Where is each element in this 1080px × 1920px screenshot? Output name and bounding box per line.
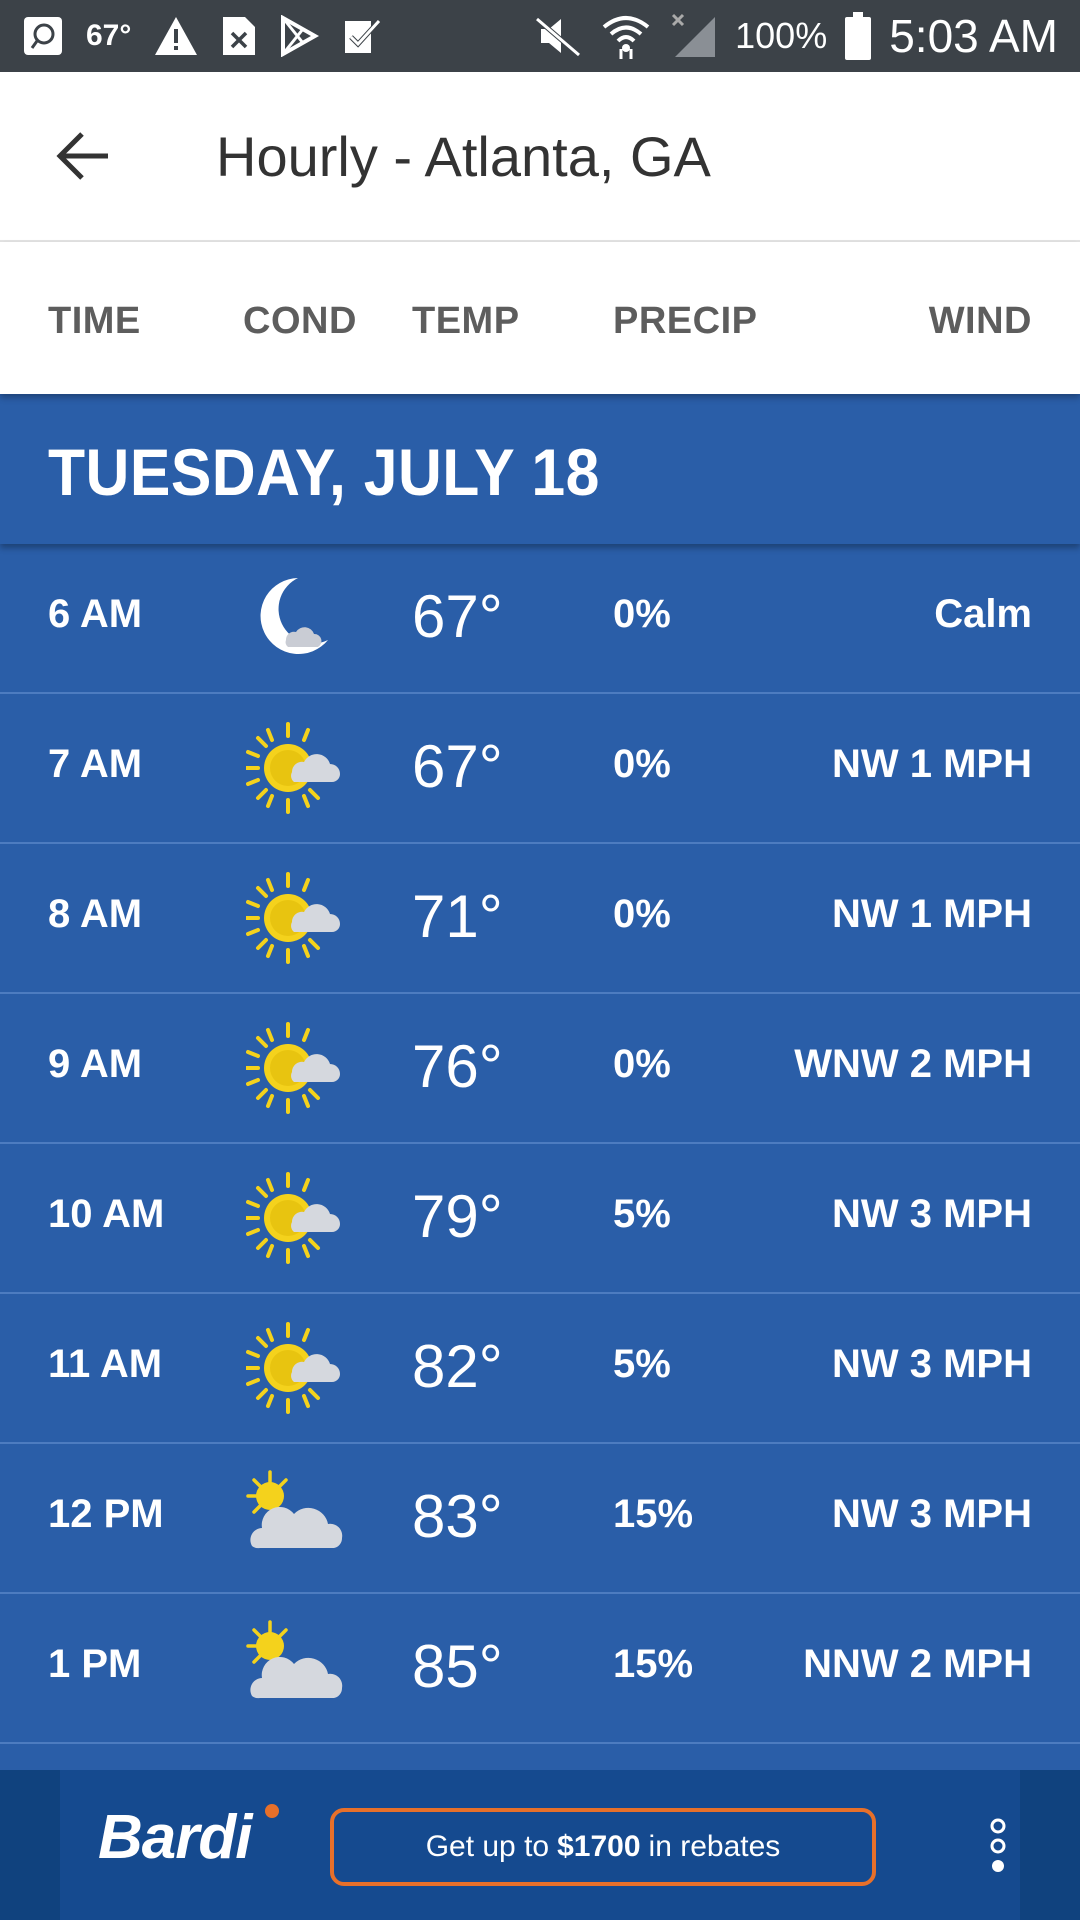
hour-precip: 5% [613,1192,671,1236]
ad-cta-button[interactable]: Get up to $1700 in rebates [330,1808,876,1886]
clock: 5:03 AM [889,10,1058,62]
list-item[interactable]: 1 PM 85° 15% NNW 2 MPH [0,1594,1080,1744]
hour-wind: NW 3 MPH [832,1192,1032,1236]
list-item[interactable]: 12 PM 83° 15% NW 3 MPH [0,1444,1080,1594]
ad-banner[interactable]: Bardi Get up to $1700 in rebates [0,1770,1080,1920]
hour-time: 8 AM [48,892,143,936]
ad-cta-amount: $1700 [557,1830,641,1863]
file-x-icon [221,15,257,57]
hour-time: 9 AM [48,1042,143,1086]
hour-wind: NW 3 MPH [832,1342,1032,1386]
hour-wind: Calm [934,592,1032,636]
sun-cloud-icon [246,1172,342,1264]
hour-precip: 0% [613,592,671,636]
hour-wind: NW 1 MPH [832,892,1032,936]
list-item[interactable]: 10 AM 79° 5% NW 3 MPH [0,1144,1080,1294]
hour-time: 6 AM [48,592,143,636]
hour-time: 7 AM [48,742,143,786]
play-store-icon [279,15,320,57]
col-temp: TEMP [412,300,520,342]
page-title: Hourly - Atlanta, GA [216,125,711,188]
partly-cloudy-icon [246,1620,344,1700]
moon-cloud-icon [260,578,328,654]
day-header: TUESDAY, JULY 18 [0,396,1080,544]
mute-icon [535,15,583,57]
hour-precip: 15% [613,1642,694,1686]
hour-temp: 67° [412,733,503,800]
list-item[interactable]: 9 AM 76° 0% WNW 2 MPH [0,994,1080,1144]
wifi-icon [601,13,651,59]
list-item[interactable]: 7 AM 67° 0% NW 1 MPH [0,694,1080,844]
hour-time: 1 PM [48,1642,142,1686]
list-item[interactable]: 6 AM 67° 0% Calm [0,544,1080,694]
ad-logo-dot [265,1804,279,1818]
hour-wind: NNW 2 MPH [803,1642,1032,1686]
search-app-icon [22,15,64,57]
hour-time: 10 AM [48,1192,165,1236]
day-header-label: TUESDAY, JULY 18 [48,435,600,509]
status-temp: 67° [86,19,132,52]
hour-precip: 0% [613,892,671,936]
hour-precip: 0% [613,742,671,786]
partly-cloudy-icon [246,1470,344,1550]
sun-cloud-icon [246,872,342,964]
hour-wind: WNW 2 MPH [794,1042,1032,1086]
list-item[interactable]: 11 AM 82° 5% NW 3 MPH [0,1294,1080,1444]
signal-icon [669,13,717,59]
hour-temp: 82° [412,1333,503,1400]
col-wind: WIND [928,300,1032,342]
hour-precip: 15% [613,1492,694,1536]
col-precip: PRECIP [613,300,758,342]
list-item[interactable]: 8 AM 71° 0% NW 1 MPH [0,844,1080,994]
ad-cta-suffix: in rebates [648,1830,781,1863]
hour-temp: 85° [412,1633,503,1700]
sun-cloud-icon [246,1322,342,1414]
ad-content[interactable]: Bardi Get up to $1700 in rebates [60,1770,1020,1920]
hour-precip: 0% [613,1042,671,1086]
battery-icon [845,12,872,60]
hour-temp: 79° [412,1183,503,1250]
col-time: TIME [48,300,141,342]
ad-cta-prefix: Get up to [425,1830,550,1863]
ad-brand-logo: Bardi [98,1803,252,1872]
app-bar: Hourly - Atlanta, GA [0,72,1080,242]
battery-percent: 100% [735,15,828,56]
hourly-list: 6 AM 67° 0% Calm 7 AM 67° 0% NW 1 MPH 8 … [0,544,1080,1744]
hour-temp: 71° [412,883,503,950]
status-bar: 67° 100% 5:03 AM [0,0,1080,72]
warning-icon [153,15,199,57]
arrow-back-icon [56,132,108,180]
hour-wind: NW 3 MPH [832,1492,1032,1536]
hour-time: 11 AM [48,1342,163,1386]
column-headers: TIME COND TEMP PRECIP WIND [0,242,1080,394]
task-check-icon [341,15,382,57]
hour-time: 12 PM [48,1492,164,1536]
hour-temp: 67° [412,583,503,650]
hour-wind: NW 1 MPH [832,742,1032,786]
sun-cloud-icon [246,1022,342,1114]
back-button[interactable] [52,124,116,188]
sun-cloud-icon [246,722,342,814]
hour-precip: 5% [613,1342,671,1386]
hour-temp: 83° [412,1483,503,1550]
hour-temp: 76° [412,1033,503,1100]
more-vert-icon[interactable] [988,1816,1008,1876]
col-cond: COND [243,300,357,342]
